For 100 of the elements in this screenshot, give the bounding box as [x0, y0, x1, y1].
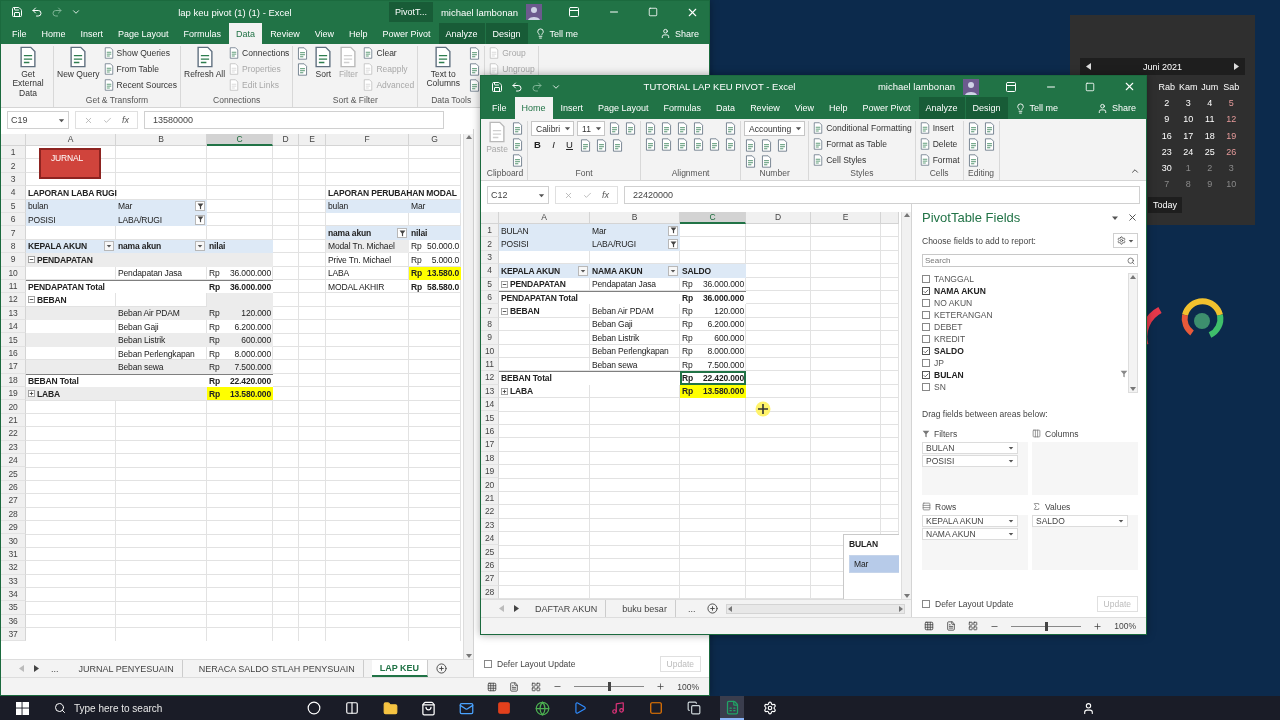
column-header[interactable]: G — [409, 134, 461, 146]
calendar-day[interactable]: 16 — [1156, 130, 1178, 141]
customize-icon[interactable] — [71, 7, 81, 17]
formula-field[interactable]: 13580000 — [144, 111, 444, 129]
row-number[interactable]: 22 — [481, 505, 499, 519]
filter-button[interactable] — [668, 265, 678, 276]
area-field-button[interactable]: SALDO — [1032, 515, 1128, 527]
toolbar-button[interactable] — [982, 121, 996, 135]
ribbon-button[interactable]: Connections — [228, 46, 290, 60]
calendar-day[interactable]: 9 — [1199, 179, 1221, 190]
add-sheet-icon[interactable] — [707, 603, 719, 614]
close-icon[interactable] — [1127, 212, 1138, 223]
ribbon-button[interactable]: Conditional Formatting — [812, 121, 912, 135]
ribbon-tab[interactable]: View — [307, 23, 341, 44]
share-button[interactable]: Share — [653, 23, 705, 44]
task-view-icon[interactable] — [345, 701, 359, 715]
area-field-button[interactable]: NAMA AKUN — [922, 528, 1018, 540]
page-layout-icon[interactable] — [946, 621, 957, 631]
row-number[interactable]: 9 — [481, 331, 499, 345]
ribbon-button[interactable]: From Table — [102, 62, 177, 76]
row-number[interactable]: 15 — [481, 411, 499, 425]
row-number[interactable]: 37 — [1, 628, 26, 642]
insert-function-button[interactable]: fx — [122, 115, 129, 125]
field-checkbox[interactable] — [922, 323, 930, 331]
toolbar-button[interactable] — [966, 153, 980, 167]
ribbon-button[interactable]: Get External Data — [6, 46, 50, 99]
toolbar-button[interactable] — [468, 62, 482, 76]
field-checkbox[interactable] — [922, 299, 930, 307]
dropdown-field[interactable]: Accounting — [744, 121, 806, 136]
ribbon-tab[interactable]: Help — [822, 97, 855, 119]
cortana-icon[interactable] — [307, 701, 321, 715]
ribbon-tab[interactable]: Data — [709, 97, 743, 119]
ribbon-tab[interactable]: Review — [743, 97, 787, 119]
calendar-day[interactable]: 2 — [1156, 98, 1178, 109]
collapse-icon[interactable] — [28, 296, 35, 304]
row-number[interactable]: 17 — [1, 360, 26, 374]
ribbon-tab[interactable]: Insert — [73, 23, 111, 44]
maximize-icon[interactable] — [648, 7, 658, 17]
calendar-day[interactable]: 24 — [1177, 146, 1199, 157]
area-field-button[interactable]: BULAN — [922, 442, 1018, 454]
toolbar-button[interactable] — [644, 137, 658, 151]
row-number[interactable]: 25 — [481, 545, 499, 559]
toolbar-button[interactable] — [724, 121, 738, 135]
tools-button[interactable] — [1113, 233, 1138, 248]
underline-button[interactable]: U — [563, 138, 576, 152]
previous-month-icon[interactable] — [1086, 63, 1091, 70]
field-checkbox[interactable] — [922, 347, 930, 355]
scroll-up-icon[interactable] — [1130, 274, 1136, 280]
person-icon[interactable] — [1081, 701, 1095, 715]
toolbar-button[interactable] — [966, 121, 980, 135]
today-button[interactable]: Today — [1148, 197, 1182, 213]
folder-icon[interactable] — [382, 700, 398, 716]
calendar-day[interactable]: 7 — [1156, 179, 1178, 190]
toolbar-button[interactable] — [692, 137, 706, 151]
calendar-day[interactable]: 2 — [1199, 163, 1221, 174]
calendar-day[interactable]: 4 — [1199, 98, 1221, 109]
ribbon-tab[interactable]: Data — [229, 23, 263, 44]
column-header[interactable]: C — [207, 134, 273, 146]
row-number[interactable]: 12 — [1, 293, 26, 307]
calendar-day[interactable]: 5 — [1220, 98, 1242, 109]
vertical-scrollbar[interactable] — [901, 212, 911, 599]
row-number[interactable]: 2 — [481, 237, 499, 251]
calendar-day[interactable]: 18 — [1199, 130, 1221, 141]
column-header[interactable]: A — [499, 212, 590, 224]
ribbon-tab[interactable]: View — [787, 97, 821, 119]
column-header[interactable]: D — [273, 134, 299, 146]
redo-icon[interactable] — [531, 80, 543, 93]
scroll-down-icon[interactable] — [1130, 386, 1136, 392]
ribbon-tab[interactable]: Design — [485, 23, 528, 44]
calendar-day[interactable]: 10 — [1220, 179, 1242, 190]
calendar-day[interactable]: 26 — [1220, 146, 1242, 157]
settings-icon[interactable] — [763, 701, 777, 715]
column-header[interactable]: C — [680, 212, 746, 224]
bold-button[interactable]: B — [531, 138, 544, 152]
calendar-day[interactable]: 10 — [1177, 114, 1199, 125]
row-number[interactable]: 35 — [1, 601, 26, 615]
app-icon[interactable] — [497, 701, 511, 715]
row-number[interactable]: 20 — [1, 400, 26, 414]
filter-button[interactable] — [668, 225, 678, 236]
macro-button[interactable]: JURNAL — [39, 148, 101, 179]
filter-button[interactable] — [195, 214, 205, 225]
filter-button[interactable] — [195, 241, 205, 252]
scroll-left-icon[interactable] — [727, 605, 734, 612]
next-sheet-icon[interactable] — [33, 665, 39, 672]
add-sheet-icon[interactable] — [436, 663, 448, 674]
calendar-day[interactable]: 11 — [1199, 114, 1221, 125]
column-header[interactable]: A — [26, 134, 116, 146]
row-number[interactable]: 17 — [481, 438, 499, 452]
toolbar-button[interactable] — [468, 78, 482, 92]
field-checkbox[interactable] — [922, 383, 930, 391]
row-number[interactable]: 4 — [481, 264, 499, 278]
vertical-scrollbar[interactable] — [463, 134, 473, 659]
toolbar-button[interactable] — [676, 121, 690, 135]
collapse-icon[interactable] — [28, 256, 35, 264]
zoom-in-icon[interactable] — [656, 682, 666, 691]
toolbar-button[interactable] — [511, 137, 524, 151]
field-checkbox[interactable] — [922, 275, 930, 283]
collapse-ribbon-icon[interactable] — [1130, 166, 1140, 176]
windows-icon[interactable] — [687, 701, 701, 715]
calendar-day[interactable]: 17 — [1177, 130, 1199, 141]
